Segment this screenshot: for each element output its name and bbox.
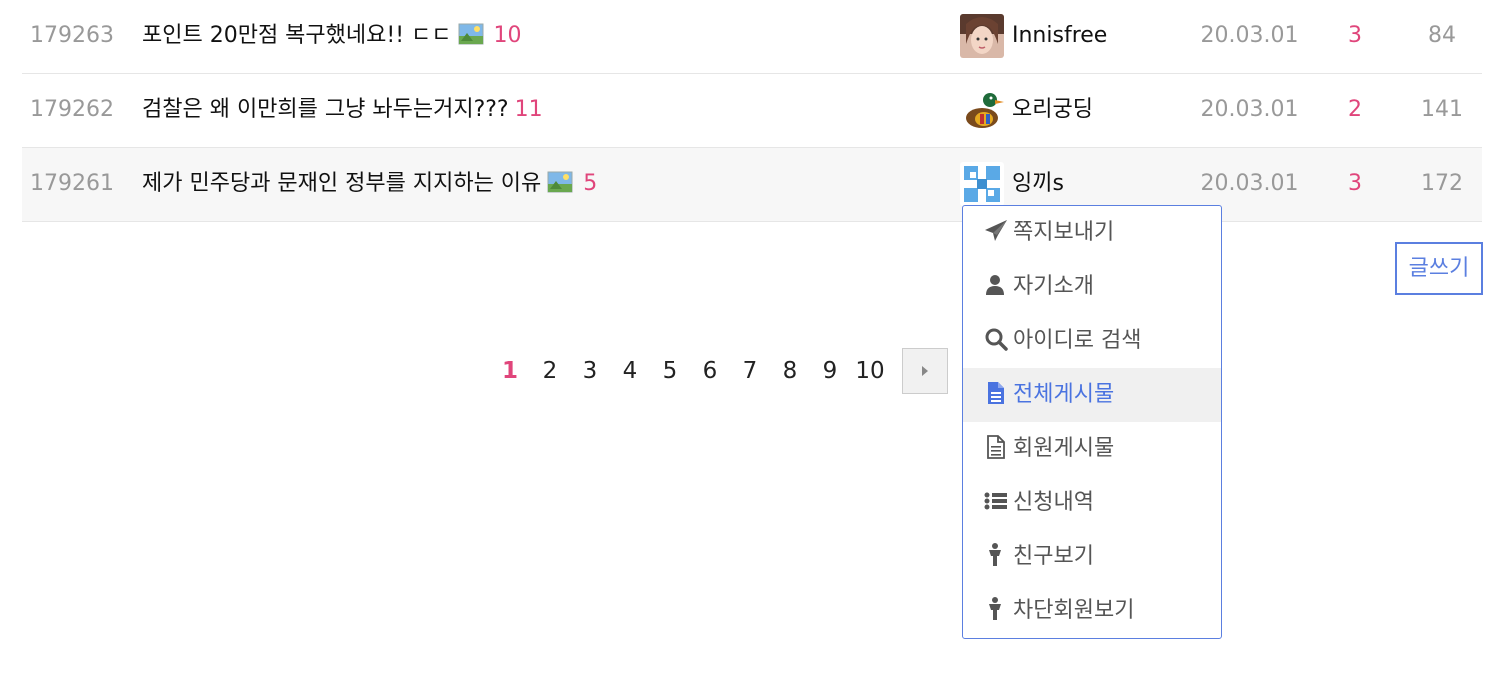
page-link[interactable]: 10	[850, 358, 890, 384]
menu-item-member-posts[interactable]: 회원게시물	[963, 422, 1221, 476]
page-link[interactable]: 5	[650, 358, 690, 384]
author-cell[interactable]: 오리궁딩	[960, 74, 1093, 146]
blue-pattern-avatar[interactable]	[960, 162, 1004, 206]
caret-right-icon	[922, 366, 928, 376]
post-number: 179262	[30, 97, 114, 122]
author-cell[interactable]: Innisfree	[960, 0, 1107, 72]
menu-item-label: 차단회원보기	[1013, 598, 1135, 623]
page-link[interactable]: 6	[690, 358, 730, 384]
menu-item-search-by-id[interactable]: 아이디로 검색	[963, 314, 1221, 368]
next-page-button[interactable]	[902, 348, 948, 394]
page-link-current[interactable]: 1	[490, 358, 530, 384]
menu-item-label: 아이디로 검색	[1013, 328, 1142, 353]
duck-avatar[interactable]	[960, 88, 1004, 132]
post-title[interactable]: 검찰은 왜 이만희를 그냥 놔두는거지???	[142, 97, 509, 122]
recommend-count: 3	[1348, 171, 1362, 196]
post-date: 20.03.01	[1200, 97, 1299, 122]
menu-item-applications[interactable]: 신청내역	[963, 476, 1221, 530]
pagination: 1 2 3 4 5 6 7 8 9 10	[490, 348, 948, 394]
menu-item-self-intro[interactable]: 자기소개	[963, 260, 1221, 314]
menu-item-view-friends[interactable]: 친구보기	[963, 530, 1221, 584]
post-number: 179263	[30, 23, 114, 48]
post-title[interactable]: 포인트 20만점 복구했네요!! ㄷㄷ	[142, 23, 452, 48]
page-link[interactable]: 7	[730, 358, 770, 384]
document-icon	[983, 373, 1009, 404]
write-button[interactable]: 글쓰기	[1395, 242, 1483, 295]
post-number: 179261	[30, 171, 114, 196]
user-icon	[983, 265, 1009, 295]
menu-item-label: 신청내역	[1013, 490, 1094, 515]
recommend-count: 2	[1348, 97, 1362, 122]
person-icon	[983, 535, 1009, 566]
page-link[interactable]: 3	[570, 358, 610, 384]
author-name[interactable]: 잉끼s	[1012, 171, 1064, 196]
menu-item-send-message[interactable]: 쪽지보내기	[963, 206, 1221, 260]
post-title-cell[interactable]: 검찰은 왜 이만희를 그냥 놔두는거지??? 11	[142, 74, 543, 146]
comment-count[interactable]: 10	[494, 23, 522, 48]
search-icon	[983, 319, 1009, 351]
image-attachment-icon	[458, 3, 484, 45]
view-count: 172	[1421, 171, 1463, 196]
person-icon	[983, 589, 1009, 620]
author-name[interactable]: Innisfree	[1012, 23, 1107, 48]
menu-item-label: 쪽지보내기	[1013, 220, 1115, 245]
user-context-menu: 쪽지보내기 자기소개 아이디로 검색 전체게시물 회원게시물 신청내역 친구보기…	[962, 205, 1222, 639]
comment-count[interactable]: 11	[515, 97, 543, 122]
document-outline-icon	[983, 427, 1009, 459]
table-row[interactable]: 179263 포인트 20만점 복구했네요!! ㄷㄷ 10 Innisfree 2…	[22, 0, 1482, 74]
page-link[interactable]: 4	[610, 358, 650, 384]
post-title-cell[interactable]: 제가 민주당과 문재인 정부를 지지하는 이유 5	[142, 148, 597, 220]
table-row[interactable]: 179262 검찰은 왜 이만희를 그냥 놔두는거지??? 11 오리궁딩 20.…	[22, 74, 1482, 148]
view-count: 141	[1421, 97, 1463, 122]
menu-item-all-posts[interactable]: 전체게시물	[963, 368, 1221, 422]
menu-item-label: 회원게시물	[1013, 436, 1115, 461]
person-photo-avatar[interactable]	[960, 14, 1004, 58]
post-date: 20.03.01	[1200, 23, 1299, 48]
menu-item-label: 전체게시물	[1013, 382, 1115, 407]
menu-item-label: 친구보기	[1013, 544, 1094, 569]
table-row[interactable]: 179261 제가 민주당과 문재인 정부를 지지하는 이유 5 잉끼s 20.0…	[22, 148, 1482, 222]
page-link[interactable]: 2	[530, 358, 570, 384]
post-list: 179263 포인트 20만점 복구했네요!! ㄷㄷ 10 Innisfree 2…	[22, 0, 1482, 222]
recommend-count: 3	[1348, 23, 1362, 48]
author-name[interactable]: 오리궁딩	[1012, 97, 1093, 122]
paper-plane-icon	[983, 211, 1009, 241]
post-title[interactable]: 제가 민주당과 문재인 정부를 지지하는 이유	[142, 171, 541, 196]
list-icon	[983, 481, 1009, 510]
image-attachment-icon	[547, 151, 573, 193]
comment-count[interactable]: 5	[583, 171, 597, 196]
post-title-cell[interactable]: 포인트 20만점 복구했네요!! ㄷㄷ 10	[142, 0, 522, 72]
page-link[interactable]: 8	[770, 358, 810, 384]
menu-item-blocked-members[interactable]: 차단회원보기	[963, 584, 1221, 638]
page-link[interactable]: 9	[810, 358, 850, 384]
menu-item-label: 자기소개	[1013, 274, 1094, 299]
view-count: 84	[1428, 23, 1456, 48]
